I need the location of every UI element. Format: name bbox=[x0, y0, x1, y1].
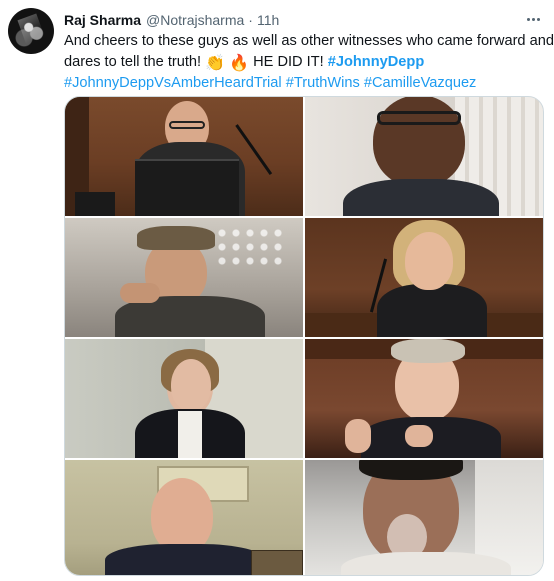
video-call-grid bbox=[65, 97, 543, 575]
separator-dot: · bbox=[248, 12, 253, 28]
witness-video-thumbnail bbox=[305, 218, 543, 337]
tweet[interactable]: Raj Sharma @Notrajsharma · 11h And cheer… bbox=[0, 0, 554, 581]
tweet-text-phrase: dares to tell the truth! bbox=[64, 54, 202, 70]
hashtag-camillevazquez[interactable]: #CamilleVazquez bbox=[364, 75, 476, 91]
tweet-header: Raj Sharma @Notrajsharma · 11h bbox=[64, 10, 279, 30]
witness-video-thumbnail bbox=[305, 460, 543, 575]
tweet-text-line-2: dares to tell the truth! 👏 🔥 HE DID IT! … bbox=[64, 52, 548, 73]
witness-video-thumbnail bbox=[65, 460, 303, 575]
more-options-icon[interactable] bbox=[522, 10, 544, 28]
tweet-text-exclaim: HE DID IT! bbox=[253, 54, 324, 70]
tweet-text: And cheers to these guys as well as othe… bbox=[64, 31, 554, 94]
timestamp[interactable]: 11h bbox=[257, 12, 279, 28]
tweet-media-image[interactable] bbox=[64, 96, 544, 576]
author-handle[interactable]: @Notrajsharma bbox=[146, 12, 244, 28]
avatar-highlight bbox=[17, 13, 47, 49]
witness-video-thumbnail bbox=[65, 339, 303, 458]
clapping-hands-emoji: 👏 bbox=[205, 55, 226, 72]
witness-video-thumbnail bbox=[65, 218, 303, 337]
tweet-text-line-3: #JohnnyDeppVsAmberHeardTrial #TruthWins … bbox=[64, 73, 548, 94]
witness-video-thumbnail bbox=[305, 97, 543, 216]
tweet-text-line-1: And cheers to these guys as well as othe… bbox=[64, 33, 554, 49]
author-avatar[interactable] bbox=[8, 8, 54, 54]
witness-video-thumbnail bbox=[305, 339, 543, 458]
fire-emoji: 🔥 bbox=[229, 55, 250, 72]
hashtag-trial[interactable]: #JohnnyDeppVsAmberHeardTrial bbox=[64, 75, 282, 91]
judge-video-thumbnail bbox=[65, 97, 303, 216]
hashtag-johnnydepp[interactable]: #JohnnyDepp bbox=[328, 54, 425, 70]
hashtag-truthwins[interactable]: #TruthWins bbox=[286, 75, 360, 91]
author-name[interactable]: Raj Sharma bbox=[64, 12, 141, 28]
